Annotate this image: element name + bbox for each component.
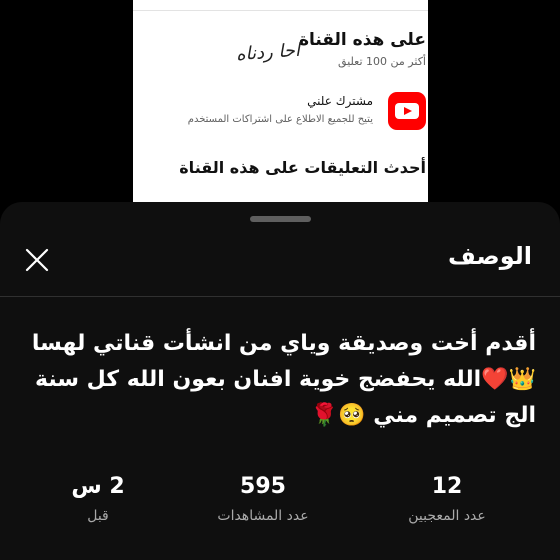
screen: على هذه القناة أكثر من 100 تعليق احا ردن…	[0, 0, 560, 560]
views-label: عدد المشاهدات	[217, 508, 309, 524]
youtube-icon	[388, 92, 426, 130]
preview-handwriting: احا ردناه	[235, 39, 301, 66]
preview-subscription-title: مشترك علني	[307, 94, 373, 108]
stats-row: 12 عدد المعجبين 595 عدد المشاهدات 2 س قب…	[0, 472, 560, 542]
sheet-header: الوصف	[0, 236, 560, 296]
likes-count: 12	[431, 474, 463, 499]
channel-preview-image: على هذه القناة أكثر من 100 تعليق احا ردن…	[133, 0, 428, 202]
preview-divider	[133, 10, 428, 11]
drag-handle[interactable]	[250, 216, 311, 222]
likes-stat: 12 عدد المعجبين	[372, 472, 522, 524]
close-icon	[25, 248, 49, 272]
views-count: 595	[240, 474, 286, 499]
age-stat: 2 س قبل	[23, 472, 173, 524]
description-line: أقدم أخت وصديقة وياي من انشأت قناتي لهسا	[31, 331, 536, 356]
preview-subheading: أكثر من 100 تعليق	[338, 55, 426, 68]
close-button[interactable]	[18, 241, 56, 279]
age-value: 2 س	[71, 474, 125, 499]
likes-label: عدد المعجبين	[408, 508, 486, 524]
description-line: الج تصميم مني 🥺🌹	[310, 403, 536, 428]
age-label: قبل	[87, 508, 109, 524]
description-text: أقدم أخت وصديقة وياي من انشأت قناتي لهسا…	[16, 326, 536, 434]
sheet-title: الوصف	[447, 242, 532, 270]
header-divider	[0, 296, 560, 297]
views-stat: 595 عدد المشاهدات	[188, 472, 338, 524]
description-line: 👑❤️الله يحفضج خوية افنان بعون الله كل سن…	[35, 367, 536, 392]
preview-heading: على هذه القناة	[298, 30, 426, 50]
preview-comments-heading: أحدث التعليقات على هذه القناة	[179, 158, 426, 177]
description-sheet: الوصف أقدم أخت وصديقة وياي من انشأت قنات…	[0, 202, 560, 560]
preview-subscription-desc: يتيح للجميع الاطلاع على اشتراكات المستخد…	[187, 114, 373, 125]
